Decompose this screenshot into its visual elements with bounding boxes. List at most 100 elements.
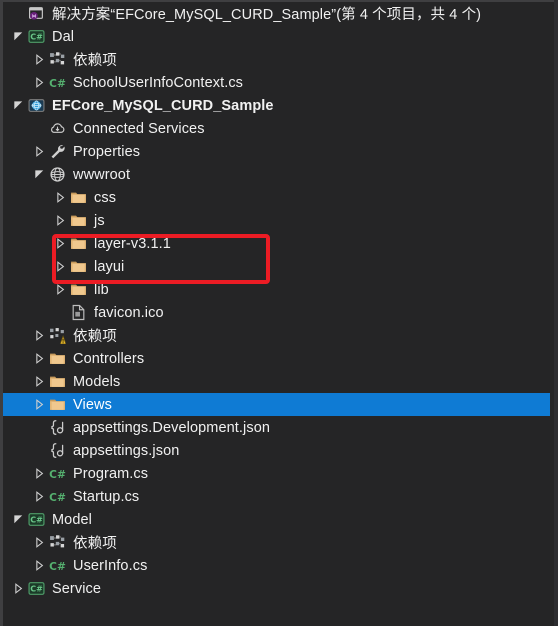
svg-text:C#: C# xyxy=(49,560,66,573)
tree-row-label: Properties xyxy=(73,143,141,160)
tree-row-label: appsettings.json xyxy=(73,442,180,459)
tree-row-label: js xyxy=(94,212,105,229)
file-icon xyxy=(69,304,87,322)
folder-icon xyxy=(69,281,87,299)
expander-collapsed-icon[interactable] xyxy=(32,347,46,370)
expander-collapsed-icon[interactable] xyxy=(53,255,67,278)
tree-row-label: wwwroot xyxy=(73,166,131,183)
expander-collapsed-icon[interactable] xyxy=(53,186,67,209)
tree-row-views[interactable]: Views xyxy=(3,393,550,416)
folder-icon xyxy=(69,189,87,207)
expander-expanded-icon[interactable] xyxy=(32,163,46,186)
tree-row-project-dal[interactable]: C# Dal xyxy=(3,25,554,48)
svg-text:C#: C# xyxy=(30,585,43,594)
wrench-icon xyxy=(48,143,66,161)
folder-icon xyxy=(48,350,66,368)
tree-row-label: Controllers xyxy=(73,350,145,367)
svg-text:C#: C# xyxy=(49,491,66,504)
tree-row-label: Program.cs xyxy=(73,465,149,482)
expander-collapsed-icon[interactable] xyxy=(53,278,67,301)
tree-row-dal-dependencies[interactable]: 依赖项 xyxy=(3,48,554,71)
csharp-file-icon: C# xyxy=(48,557,66,575)
expander-collapsed-icon[interactable] xyxy=(32,71,46,94)
tree-row-userinfo-cs[interactable]: C# UserInfo.cs xyxy=(3,554,554,577)
csharp-file-icon: C# xyxy=(48,74,66,92)
tree-row-label: layer-v3.1.1 xyxy=(94,235,171,252)
folder-icon xyxy=(69,212,87,230)
tree-row-label: SchoolUserInfoContext.cs xyxy=(73,74,244,91)
tree-row-css[interactable]: css xyxy=(3,186,554,209)
tree-row-project-web[interactable]: EFCore_MySQL_CURD_Sample xyxy=(3,94,554,117)
expander-collapsed-icon[interactable] xyxy=(32,48,46,71)
expander-collapsed-icon[interactable] xyxy=(32,370,46,393)
expander-collapsed-icon[interactable] xyxy=(32,554,46,577)
expander-collapsed-icon[interactable] xyxy=(53,232,67,255)
tree-row-label: 依赖项 xyxy=(73,53,117,69)
tree-row-lib[interactable]: lib xyxy=(3,278,554,301)
expander-collapsed-icon[interactable] xyxy=(32,393,46,416)
csharp-project-icon: C# xyxy=(27,28,45,46)
tree-row-label: Dal xyxy=(52,28,75,45)
tree-row-label: appsettings.Development.json xyxy=(73,419,271,436)
dependencies-warning-icon xyxy=(48,327,66,345)
svg-text:C#: C# xyxy=(30,33,43,42)
expander-expanded-icon[interactable] xyxy=(11,94,25,117)
panel-right-border xyxy=(554,0,558,626)
expander-expanded-icon[interactable] xyxy=(11,508,25,531)
tree-row-appsettings[interactable]: appsettings.json xyxy=(3,439,554,462)
tree-row-appsettings-dev[interactable]: appsettings.Development.json xyxy=(3,416,554,439)
expander-collapsed-icon[interactable] xyxy=(53,209,67,232)
dependencies-icon xyxy=(48,534,66,552)
svg-text:C#: C# xyxy=(49,468,66,481)
json-file-icon xyxy=(48,442,66,460)
expander-collapsed-icon[interactable] xyxy=(11,577,25,600)
tree-row-properties[interactable]: Properties xyxy=(3,140,554,163)
tree-row-js[interactable]: js xyxy=(3,209,554,232)
csharp-project-icon: C# xyxy=(27,511,45,529)
csharp-file-icon: C# xyxy=(48,465,66,483)
tree-row-wwwroot[interactable]: wwwroot xyxy=(3,163,554,186)
tree-row-web-dependencies[interactable]: 依赖项 xyxy=(3,324,554,347)
tree-row-program-cs[interactable]: C# Program.cs xyxy=(3,462,554,485)
globe-icon xyxy=(48,166,66,184)
expander-expanded-icon[interactable] xyxy=(11,25,25,48)
tree-row-label: 解决方案“EFCore_MySQL_CURD_Sample”(第 4 个项目，共… xyxy=(52,7,482,23)
tree-row-controllers[interactable]: Controllers xyxy=(3,347,554,370)
folder-icon xyxy=(48,396,66,414)
tree-row-solution[interactable]: 解决方案“EFCore_MySQL_CURD_Sample”(第 4 个项目，共… xyxy=(3,2,554,25)
json-file-icon xyxy=(48,419,66,437)
expander-collapsed-icon[interactable] xyxy=(32,324,46,347)
tree-row-favicon[interactable]: favicon.ico xyxy=(3,301,554,324)
cloud-icon xyxy=(48,120,66,138)
tree-row-model-dependencies[interactable]: 依赖项 xyxy=(3,531,554,554)
tree-row-layer-v311[interactable]: layer-v3.1.1 xyxy=(3,232,554,255)
csharp-file-icon: C# xyxy=(48,488,66,506)
solution-tree: 解决方案“EFCore_MySQL_CURD_Sample”(第 4 个项目，共… xyxy=(3,2,554,600)
tree-row-project-service[interactable]: C# Service xyxy=(3,577,554,600)
tree-row-label: Service xyxy=(52,580,102,597)
tree-row-label: 依赖项 xyxy=(73,329,117,345)
tree-row-layui[interactable]: layui xyxy=(3,255,554,278)
tree-row-project-model[interactable]: C# Model xyxy=(3,508,554,531)
tree-row-label: Views xyxy=(73,396,112,413)
tree-row-startup-cs[interactable]: C# Startup.cs xyxy=(3,485,554,508)
expander-collapsed-icon[interactable] xyxy=(32,462,46,485)
tree-row-connected-services[interactable]: Connected Services xyxy=(3,117,554,140)
expander-collapsed-icon[interactable] xyxy=(32,531,46,554)
expander-collapsed-icon[interactable] xyxy=(32,140,46,163)
tree-row-schooluserinfocontext[interactable]: C# SchoolUserInfoContext.cs xyxy=(3,71,554,94)
tree-row-label: Connected Services xyxy=(73,120,205,137)
expander-collapsed-icon[interactable] xyxy=(32,485,46,508)
tree-row-label: lib xyxy=(94,281,109,298)
tree-row-label: layui xyxy=(94,258,125,275)
tree-row-label: UserInfo.cs xyxy=(73,557,148,574)
tree-row-models[interactable]: Models xyxy=(3,370,554,393)
csharp-project-icon: C# xyxy=(27,580,45,598)
tree-row-label: EFCore_MySQL_CURD_Sample xyxy=(52,97,274,114)
svg-text:C#: C# xyxy=(30,516,43,525)
svg-text:C#: C# xyxy=(49,77,66,90)
